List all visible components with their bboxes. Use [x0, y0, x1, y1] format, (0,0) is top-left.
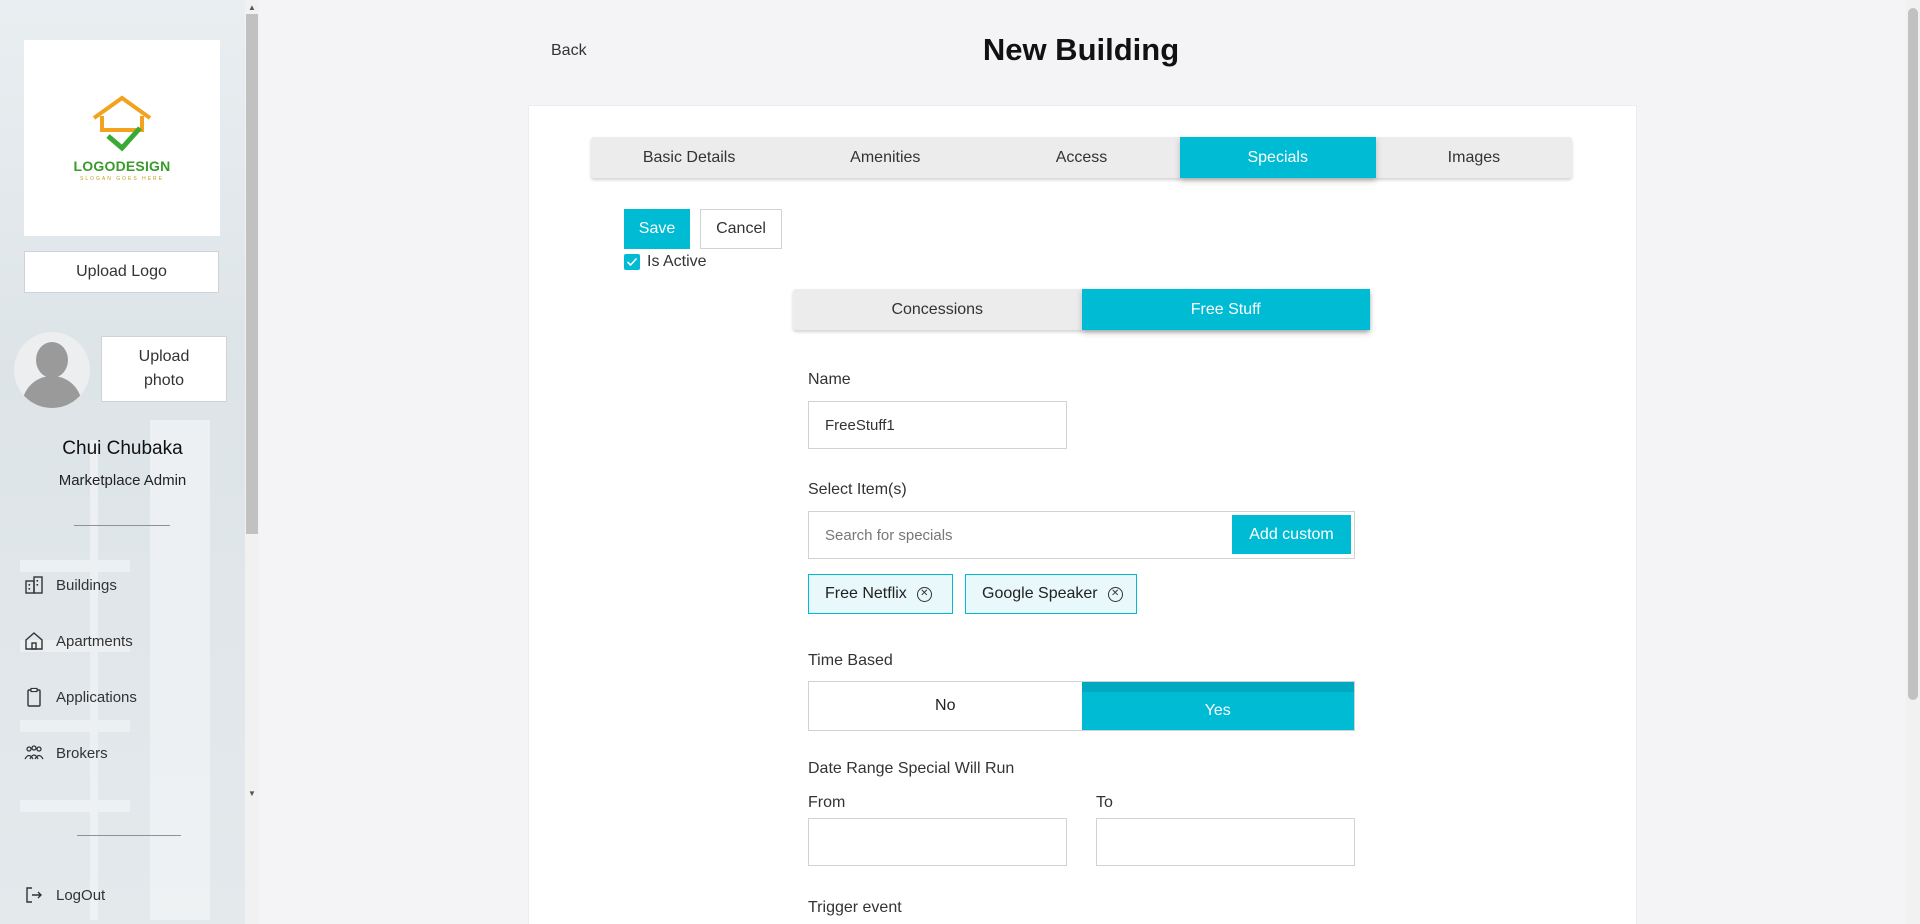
sidebar-item-apartments[interactable]: Apartments: [24, 631, 133, 651]
sidebar-item-buildings[interactable]: Buildings: [24, 575, 117, 595]
from-date-input[interactable]: [808, 818, 1067, 866]
sidebar: LOGODESIGN SLOGAN GOES HERE Upload Logo …: [0, 0, 259, 924]
scrollbar-thumb[interactable]: [246, 14, 258, 534]
time-based-yes-option[interactable]: Yes: [1081, 682, 1354, 730]
selected-item-chip: Free Netflix ✕: [808, 574, 953, 614]
tab-concessions[interactable]: Concessions: [793, 289, 1082, 330]
checkmark-icon: [626, 257, 638, 267]
name-label: Name: [808, 371, 851, 388]
name-value: FreeStuff1: [825, 416, 895, 434]
logo-slogan: SLOGAN GOES HERE: [80, 176, 164, 182]
clipboard-icon: [27, 687, 41, 707]
main-tabs: Basic Details Amenities Access Specials …: [591, 137, 1572, 178]
time-based-no-option[interactable]: No: [809, 682, 1082, 730]
tab-basic-details[interactable]: Basic Details: [591, 137, 787, 178]
remove-chip-icon[interactable]: ✕: [916, 586, 932, 602]
date-range-label: Date Range Special Will Run: [808, 760, 1015, 777]
trigger-event-label: Trigger event: [808, 899, 902, 916]
sidebar-item-label: Applications: [56, 688, 137, 706]
select-items-label: Select Item(s): [808, 481, 907, 498]
users-icon: [24, 745, 44, 760]
logout-label: LogOut: [56, 886, 106, 904]
user-name: Chui Chubaka: [62, 438, 183, 459]
tab-amenities[interactable]: Amenities: [787, 137, 983, 178]
back-link[interactable]: Back: [551, 42, 587, 60]
from-label: From: [808, 794, 846, 811]
selected-item-chip: Google Speaker ✕: [965, 574, 1137, 614]
divider: [74, 525, 170, 526]
is-active-label: Is Active: [647, 253, 707, 270]
sidebar-item-label: Buildings: [56, 576, 117, 594]
page-title: New Building: [982, 32, 1180, 67]
sidebar-item-label: Brokers: [56, 744, 108, 762]
add-custom-button[interactable]: Add custom: [1232, 515, 1351, 554]
logo-text: LOGODESIGN: [73, 158, 171, 174]
specials-subtabs: Concessions Free Stuff: [793, 289, 1370, 330]
to-date-input[interactable]: [1096, 818, 1355, 866]
company-logo: LOGODESIGN SLOGAN GOES HERE: [24, 40, 220, 236]
scroll-up-icon[interactable]: ▲: [248, 3, 256, 12]
user-role: Marketplace Admin: [58, 472, 187, 489]
tab-images[interactable]: Images: [1376, 137, 1572, 178]
sidebar-item-brokers[interactable]: Brokers: [24, 743, 108, 763]
home-icon: [25, 632, 43, 650]
building-icon: [25, 576, 43, 594]
upload-photo-button[interactable]: Upload photo: [101, 336, 227, 402]
upload-logo-button[interactable]: Upload Logo: [24, 251, 219, 293]
sidebar-item-applications[interactable]: Applications: [24, 687, 137, 707]
tab-free-stuff[interactable]: Free Stuff: [1081, 289, 1370, 330]
to-label: To: [1096, 794, 1113, 811]
is-active-checkbox[interactable]: [624, 254, 640, 270]
page-scrollbar[interactable]: [1906, 0, 1920, 924]
logout-button[interactable]: LogOut: [24, 885, 105, 905]
sidebar-item-label: Apartments: [56, 632, 133, 650]
tab-specials[interactable]: Specials: [1179, 137, 1376, 178]
sidebar-scrollbar[interactable]: ▲ ▼: [245, 0, 259, 924]
chip-label: Free Netflix: [825, 585, 907, 602]
search-placeholder: Search for specials: [825, 526, 953, 544]
logout-icon: [26, 887, 42, 903]
time-based-toggle: No Yes: [808, 681, 1355, 731]
scrollbar-thumb[interactable]: [1908, 8, 1918, 700]
tab-access[interactable]: Access: [983, 137, 1179, 178]
avatar: [14, 332, 90, 408]
name-input[interactable]: FreeStuff1: [808, 401, 1067, 449]
chip-label: Google Speaker: [982, 585, 1098, 602]
logo-house-icon: [92, 95, 152, 152]
cancel-button[interactable]: Cancel: [700, 209, 782, 249]
remove-chip-icon[interactable]: ✕: [1107, 586, 1123, 602]
save-button[interactable]: Save: [624, 209, 690, 249]
time-based-label: Time Based: [808, 652, 893, 669]
divider: [77, 835, 181, 836]
scroll-down-icon[interactable]: ▼: [248, 789, 256, 798]
